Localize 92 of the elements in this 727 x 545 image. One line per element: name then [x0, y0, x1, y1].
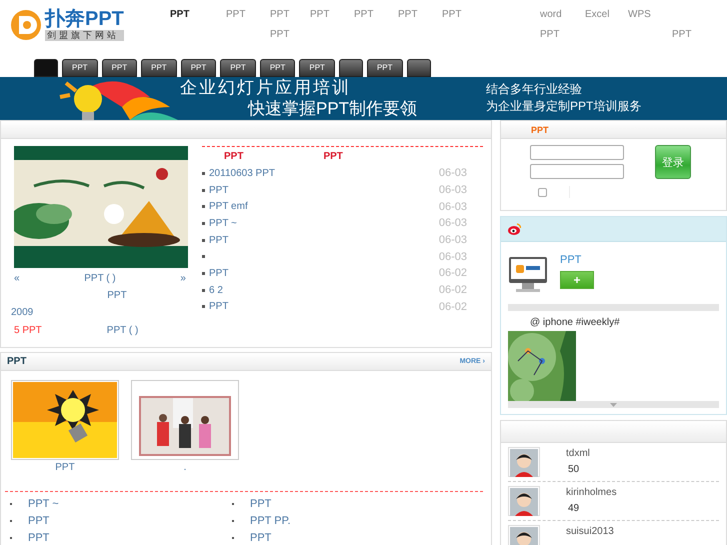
article-link[interactable]: PPT — [28, 532, 50, 544]
weibo-icon — [507, 223, 521, 235]
nav-link[interactable]: Excel — [585, 9, 610, 21]
panel-title: PPT — [7, 356, 26, 367]
article-link[interactable]: PPT PP. — [250, 514, 291, 526]
nav-tab[interactable]: PPT — [62, 59, 98, 77]
logo-icon — [10, 8, 42, 42]
news-link[interactable]: 20110603 PPT — [209, 168, 275, 179]
news-date: 06-02 — [438, 284, 467, 296]
featured-title-link[interactable]: PPT ( ) — [84, 273, 116, 284]
follow-button[interactable]: + — [560, 271, 594, 289]
nav-link[interactable]: PPT — [270, 9, 290, 21]
article-link[interactable]: PPT — [250, 532, 272, 544]
news-link[interactable]: 6 2 — [209, 284, 223, 296]
nav-tab[interactable]: PPT — [141, 59, 177, 77]
news-link[interactable]: PPT — [209, 301, 228, 312]
monitor-icon — [508, 254, 548, 294]
member-count: 49 — [567, 503, 580, 514]
nav-link[interactable]: word — [540, 9, 562, 21]
news-link[interactable]: PPT ~ — [209, 218, 237, 229]
news-date: 06-03 — [438, 250, 467, 263]
down-arrow-icon — [610, 402, 617, 406]
nav-link[interactable]: WPS — [628, 9, 651, 21]
avatar-icon — [510, 488, 538, 516]
nav-link[interactable]: PPT — [354, 9, 374, 21]
headline-link[interactable]: PPT — [224, 151, 244, 165]
news-date: 06-03 — [438, 217, 467, 230]
banner-text: 结合多年行业经验 — [486, 81, 583, 98]
nav-tab[interactable] — [406, 59, 430, 77]
thumbnail-caption[interactable]: . — [184, 462, 186, 473]
avatar-icon — [510, 449, 538, 477]
remember-checkbox[interactable] — [538, 188, 547, 196]
news-date: 06-03 — [438, 184, 467, 196]
headline-link[interactable]: PPT — [323, 151, 343, 165]
banner-text: 为企业量身定制PPT培训服务 — [486, 98, 642, 115]
login-button[interactable]: 登录 — [655, 145, 691, 179]
nav-link[interactable]: PPT — [442, 9, 462, 21]
nav-tab[interactable]: PPT — [366, 59, 402, 77]
input-field[interactable] — [530, 164, 624, 179]
input-field[interactable] — [530, 145, 624, 160]
article-link[interactable]: PPT — [28, 514, 50, 526]
article-link[interactable]: PPT — [250, 498, 272, 510]
site-logo-name: 扑奔PPT — [45, 8, 124, 30]
site-tagline: 剑盟旗下网站 — [45, 30, 124, 41]
previous-link[interactable]: « — [14, 273, 20, 284]
bullet-icon — [202, 255, 205, 258]
next-link[interactable]: » — [180, 273, 186, 284]
nav-tab[interactable]: PPT — [180, 59, 216, 77]
article-link[interactable]: PPT ~ — [28, 498, 59, 510]
bullet-icon — [202, 305, 205, 308]
weibo-post-text: @ iphone #iweekly# — [529, 316, 621, 330]
bullet-icon — [202, 238, 205, 242]
nav-link[interactable]: PPT — [270, 29, 290, 41]
nav-tab[interactable]: PPT — [299, 59, 335, 77]
nav-tab[interactable]: PPT — [220, 59, 256, 77]
news-date: 06-03 — [438, 234, 467, 246]
member-name-link[interactable]: kirinholmes — [566, 487, 617, 498]
article-link[interactable]: 5 PPT — [14, 325, 42, 336]
news-date: 06-02 — [438, 267, 467, 280]
news-link[interactable]: PPT — [209, 234, 228, 246]
panel-title: PPT — [531, 124, 549, 134]
news-link[interactable]: PPT — [209, 268, 228, 279]
bullet-icon — [202, 222, 205, 225]
thumbnail-caption[interactable]: PPT — [55, 462, 75, 473]
member-name-link[interactable]: suisui2013 — [566, 526, 614, 537]
article-link[interactable]: PPT — [107, 290, 127, 301]
nav-link[interactable]: PPT — [672, 29, 692, 41]
bullet-icon — [202, 272, 205, 275]
news-link[interactable]: PPT — [209, 184, 228, 196]
banner-headline: 快速掌握PPT制作要领 — [246, 98, 418, 119]
banner-headline: 企业幻灯片应用培训 — [180, 77, 352, 98]
nav-tab[interactable]: PPT — [260, 59, 296, 77]
nav-link[interactable]: PPT — [540, 29, 560, 41]
nav-link[interactable]: PPT — [310, 9, 330, 21]
news-date: 06-02 — [438, 300, 467, 313]
nav-tab[interactable] — [338, 59, 363, 77]
nav-link[interactable]: PPT — [398, 9, 418, 21]
member-name-link[interactable]: tdxml — [566, 448, 590, 459]
profile-name-link[interactable]: PPT — [560, 254, 594, 266]
bullet-icon — [202, 172, 205, 175]
article-link[interactable]: PPT ( ) — [106, 325, 138, 336]
news-link[interactable]: PPT emf — [209, 201, 248, 212]
news-date: 06-03 — [438, 167, 467, 180]
nav-tab[interactable]: PPT — [102, 59, 138, 77]
bullet-icon — [202, 205, 205, 208]
bullet-icon — [202, 288, 205, 292]
bullet-icon — [202, 188, 205, 192]
article-link[interactable]: 2009 — [11, 307, 34, 318]
nav-link[interactable]: PPT — [226, 9, 246, 21]
nav-link[interactable]: PPT — [170, 9, 190, 21]
news-date: 06-03 — [438, 200, 467, 213]
member-count: 50 — [567, 464, 580, 475]
